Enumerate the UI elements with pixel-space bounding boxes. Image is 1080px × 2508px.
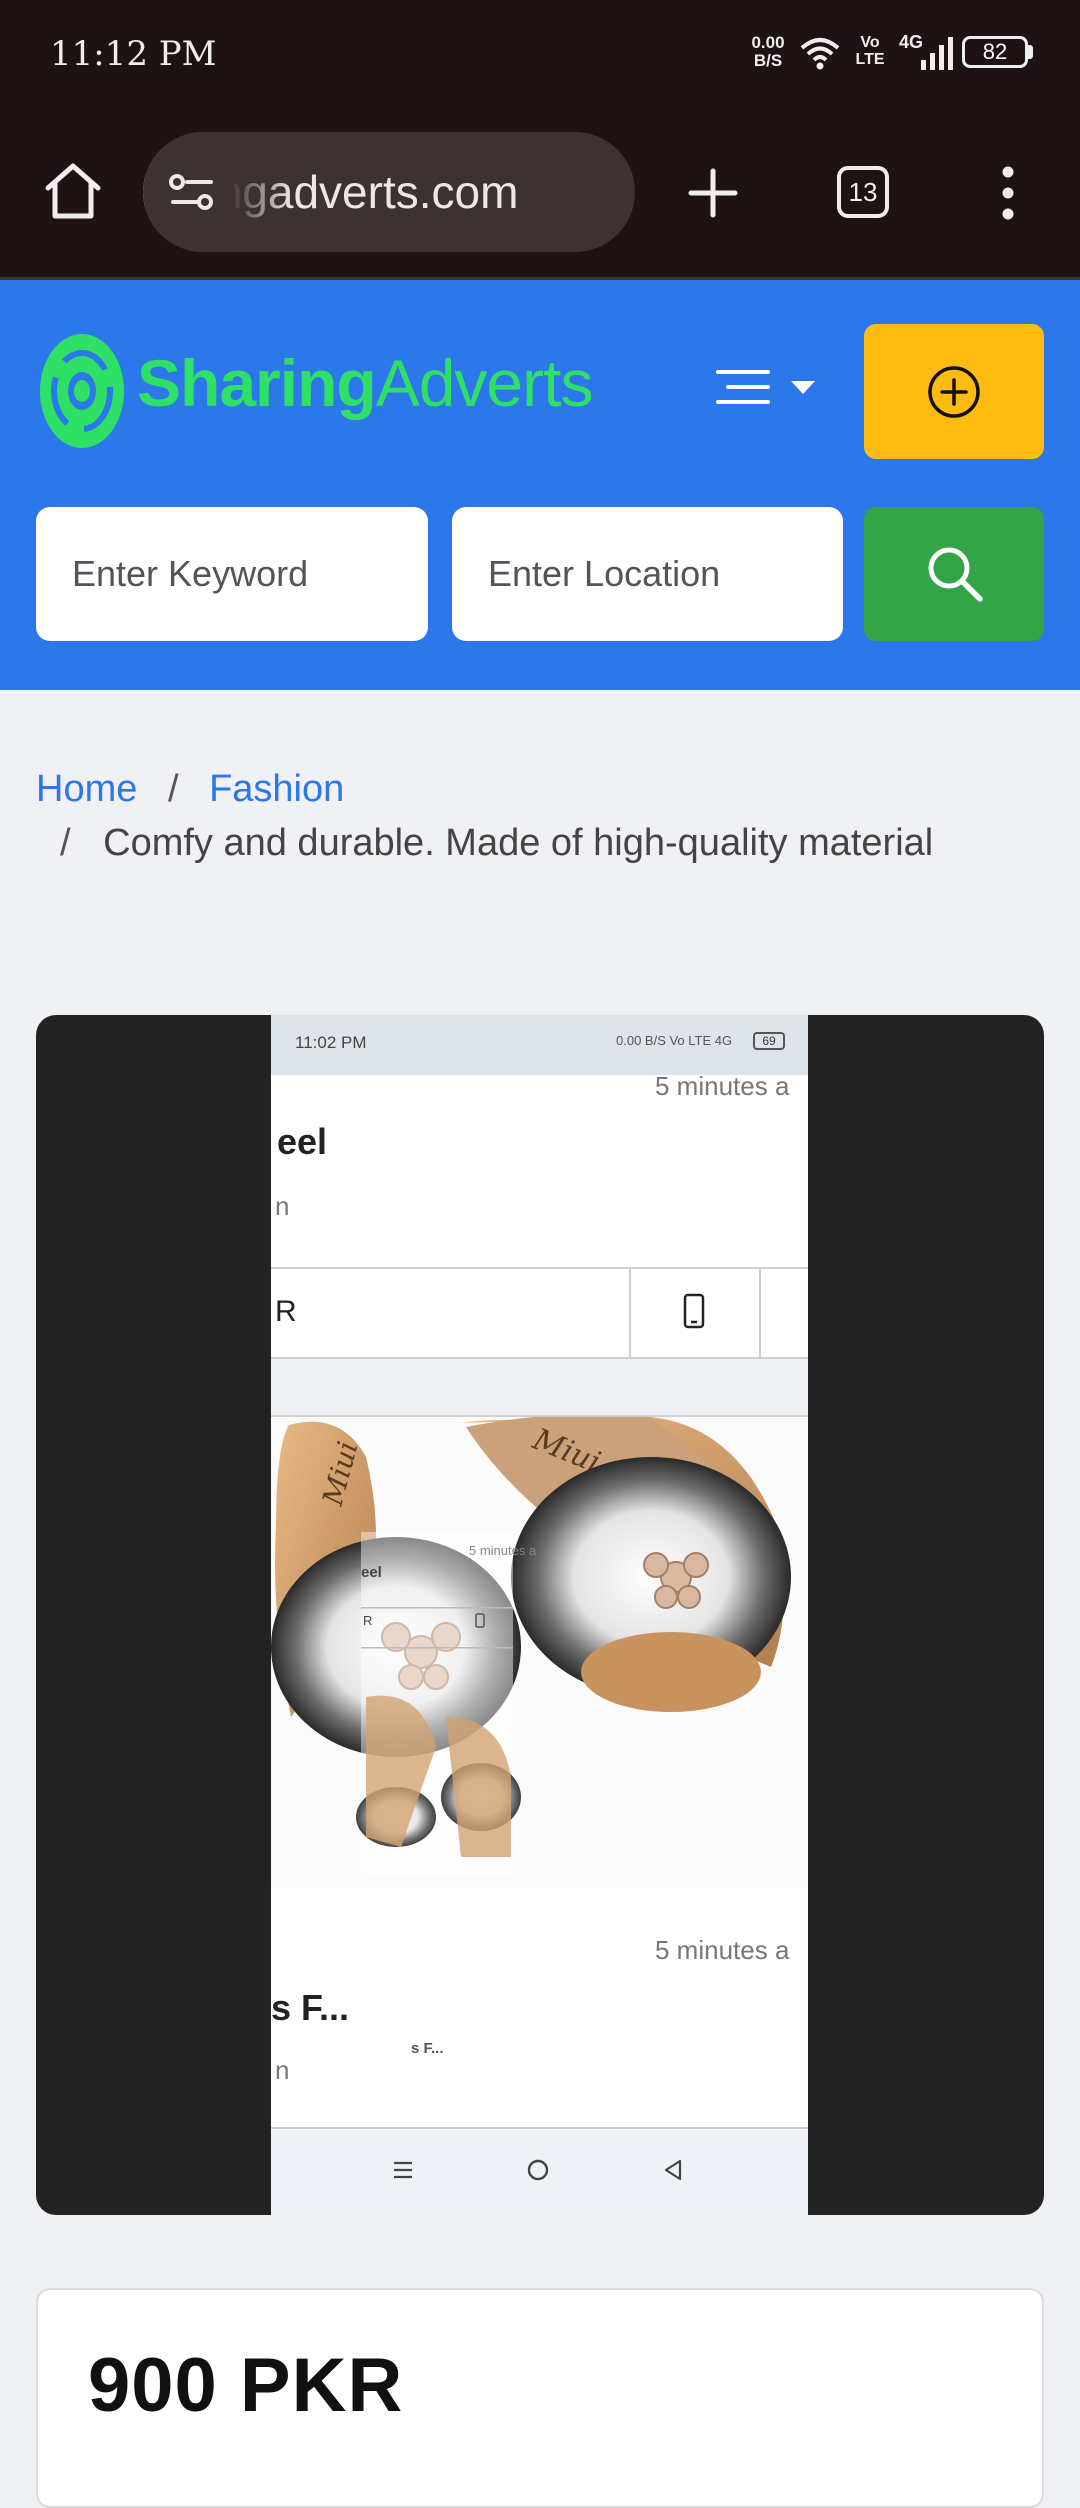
signal-icon [921,37,953,70]
battery-tip [1028,45,1033,59]
site-settings-icon[interactable] [167,172,217,212]
listing-details-card: 900 PKR [36,2288,1044,2508]
slippers-photo: Miui Miui 5 minutes a eel R [271,1417,808,1887]
more-menu-icon[interactable] [996,165,1020,221]
post-ad-button[interactable] [864,324,1044,459]
breadcrumb-current: Comfy and durable. Made of high-quality … [103,822,934,864]
listing-price: 900 PKR [88,2343,404,2428]
listing-image: 11:02 PM 0.00 B/S Vo LTE 4G 69 5 minutes… [271,1015,808,2215]
home-icon[interactable] [42,160,104,222]
status-bar: 11:12 PM 0.00 B/S Vo LTE 4G 82 [0,0,1080,112]
site-logo[interactable]: SharingAdverts [137,345,593,421]
search-icon [928,547,983,602]
image-status-bar: 11:02 PM 0.00 B/S Vo LTE 4G 69 [271,1015,808,1075]
phone-icon [683,1293,705,1329]
back-icon [664,2159,682,2181]
svg-text:eel: eel [361,1564,382,1581]
plus-circle-icon [928,366,980,418]
search-button[interactable] [864,507,1044,641]
breadcrumb-current-line: / Comfy and durable. Made of high-qualit… [60,822,933,865]
keyword-input[interactable] [36,507,428,641]
svg-text:5 minutes a: 5 minutes a [469,1543,537,1558]
logo-icon[interactable] [38,332,126,450]
location-input[interactable] [452,507,843,641]
wifi-icon [800,38,840,70]
svg-text:R: R [363,1613,372,1628]
breadcrumb: Home / Fashion [36,768,344,811]
hamburger-icon [716,370,770,404]
volte-indicator: Vo LTE [855,34,885,68]
image-nav-bar [271,2130,808,2215]
breadcrumb-home[interactable]: Home [36,768,137,810]
battery-level: 82 [982,39,1008,64]
breadcrumb-separator: / [60,822,71,864]
tab-switcher-button[interactable]: 13 [837,166,889,218]
menu-toggle[interactable] [716,366,820,416]
caret-down-icon [791,381,815,394]
address-bar[interactable]: sharingadverts.com [143,132,635,252]
breadcrumb-separator: / [167,768,179,810]
breadcrumb-category[interactable]: Fashion [209,768,344,810]
nav-home-icon [527,2159,549,2181]
network-speed: 0.00 B/S [751,33,785,70]
recents-icon [394,2161,412,2179]
new-tab-icon[interactable] [688,168,738,218]
status-time: 11:12 PM [50,34,217,74]
listing-image-gallery[interactable]: 11:02 PM 0.00 B/S Vo LTE 4G 69 5 minutes… [36,1015,1044,2215]
